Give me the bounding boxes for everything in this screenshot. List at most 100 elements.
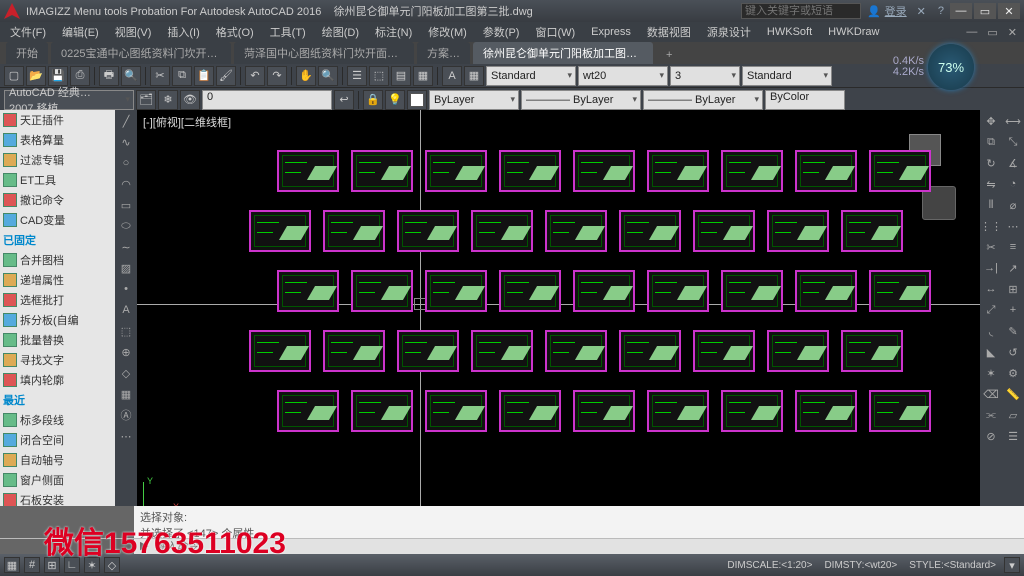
dim-linear-icon[interactable]: ⟷ (1004, 112, 1022, 130)
tab-add-button[interactable]: + (656, 46, 682, 64)
drawing-thumbnail[interactable] (499, 390, 561, 432)
zoom-icon[interactable]: 🔍 (318, 66, 338, 86)
fillet-icon[interactable]: ◟ (982, 322, 1000, 340)
panel-item[interactable]: 选框批打 (0, 290, 115, 310)
drawing-thumbnail[interactable] (721, 270, 783, 312)
measure-icon[interactable]: 📏 (1004, 385, 1022, 403)
properties-icon[interactable]: ☰ (347, 66, 367, 86)
restore-button[interactable]: ▭ (974, 3, 996, 19)
saveas-icon[interactable]: ⎙ (70, 66, 90, 86)
viewport-label[interactable]: [-][俯视][二维线框] (143, 114, 231, 130)
pan-icon[interactable]: ✋ (296, 66, 316, 86)
break-icon[interactable]: ⊘ (982, 427, 1000, 445)
drawing-thumbnail[interactable] (471, 330, 533, 372)
layer-state-icon[interactable]: ❄ (158, 90, 178, 110)
left-tool-panel[interactable]: 天正插件 表格算量 过滤专辑 ET工具 撤记命令 CAD变量 已固定 合并图档 … (0, 110, 115, 516)
login-link[interactable]: 登录 (885, 3, 907, 19)
workspace-dropdown[interactable]: AutoCAD 经典… 2007 移植 (4, 90, 134, 110)
drawing-thumbnail[interactable] (619, 210, 681, 252)
menu-edit[interactable]: 编辑(E) (56, 22, 105, 42)
drawing-thumbnail[interactable] (323, 210, 385, 252)
tab-doc-2[interactable]: 0225宝通中心图纸资料门坎开面绘图层… (51, 42, 231, 64)
drawing-thumbnail[interactable] (471, 210, 533, 252)
dim-dia-icon[interactable]: ⌀ (1004, 196, 1022, 214)
status-tray-icon[interactable]: ▾ (1004, 557, 1020, 573)
leader-icon[interactable]: ↗ (1004, 259, 1022, 277)
menu-yuanquan[interactable]: 源泉设计 (701, 22, 757, 42)
dim-continue-icon[interactable]: ⋯ (1004, 217, 1022, 235)
move-icon[interactable]: ✥ (982, 112, 1000, 130)
menu-insert[interactable]: 插入(I) (161, 22, 205, 42)
tab-start[interactable]: 开始 (6, 42, 48, 64)
drawing-thumbnail[interactable] (351, 270, 413, 312)
cut-icon[interactable]: ✂ (150, 66, 170, 86)
layer-prev-icon[interactable]: ↩ (334, 90, 354, 110)
dim-aligned-icon[interactable]: ⤡ (1004, 133, 1022, 151)
drawing-thumbnail[interactable] (573, 150, 635, 192)
drawing-thumbnail[interactable] (573, 390, 635, 432)
dim-style-icon[interactable]: ⚙ (1004, 364, 1022, 382)
drawing-thumbnail[interactable] (545, 330, 607, 372)
drawing-thumbnail[interactable] (869, 150, 931, 192)
dim-baseline-icon[interactable]: ≡ (1004, 238, 1022, 256)
region-icon[interactable]: ◇ (117, 364, 135, 382)
drawing-thumbnail[interactable] (323, 330, 385, 372)
scale-icon[interactable]: ⤢ (982, 301, 1000, 319)
minimize-button[interactable]: — (950, 3, 972, 19)
copy-obj-icon[interactable]: ⧉ (982, 133, 1000, 151)
extend-icon[interactable]: →| (982, 259, 1000, 277)
panel-item[interactable]: 填内轮廓 (0, 370, 115, 390)
line-icon[interactable]: ╱ (117, 112, 135, 130)
dim-edit-icon[interactable]: ✎ (1004, 322, 1022, 340)
drawing-thumbnail[interactable] (869, 270, 931, 312)
layer-dropdown[interactable]: 0 (202, 90, 332, 110)
drawing-thumbnail[interactable] (795, 150, 857, 192)
menu-draw[interactable]: 绘图(D) (316, 22, 365, 42)
drawing-thumbnail[interactable] (277, 150, 339, 192)
drawing-thumbnail[interactable] (767, 210, 829, 252)
exchange-icon[interactable]: ✕ (917, 5, 926, 18)
menu-hwkdraw[interactable]: HWKDraw (822, 24, 885, 40)
sheet-icon[interactable]: ▦ (413, 66, 433, 86)
center-mark-icon[interactable]: + (1004, 301, 1022, 319)
drawing-thumbnail[interactable] (841, 210, 903, 252)
menu-format[interactable]: 格式(O) (210, 22, 260, 42)
table-style-dropdown[interactable]: 3 (670, 66, 740, 86)
panel-item[interactable]: 撤记命令 (0, 190, 115, 210)
grid-toggle[interactable]: # (24, 557, 40, 573)
menu-max-icon[interactable]: ▭ (987, 26, 997, 39)
erase-icon[interactable]: ⌫ (982, 385, 1000, 403)
arc-icon[interactable]: ◠ (117, 175, 135, 193)
drawing-thumbnail[interactable] (249, 330, 311, 372)
stretch-icon[interactable]: ↔ (982, 280, 1000, 298)
panel-item[interactable]: 过滤专辑 (0, 150, 115, 170)
ellipse-icon[interactable]: ⬭ (117, 217, 135, 235)
dim-update-icon[interactable]: ↺ (1004, 343, 1022, 361)
drawing-thumbnail[interactable] (693, 210, 755, 252)
layer-manager-icon[interactable]: 🗂 (136, 90, 156, 110)
drawing-thumbnail[interactable] (693, 330, 755, 372)
drawing-thumbnail[interactable] (425, 270, 487, 312)
drawing-thumbnail[interactable] (277, 270, 339, 312)
drawing-thumbnail[interactable] (249, 210, 311, 252)
tab-doc-active[interactable]: 徐州昆仑御单元门阳板加工图第三批* (473, 42, 653, 64)
rotate-icon[interactable]: ↻ (982, 154, 1000, 172)
plot-preview-icon[interactable]: 🔍 (121, 66, 141, 86)
panel-item[interactable]: ET工具 (0, 170, 115, 190)
ml-style-dropdown[interactable]: Standard (742, 66, 832, 86)
menu-param[interactable]: 参数(P) (477, 22, 526, 42)
drawing-thumbnail[interactable] (545, 210, 607, 252)
menu-file[interactable]: 文件(F) (4, 22, 52, 42)
insert-icon[interactable]: ⊕ (117, 343, 135, 361)
drawing-thumbnail[interactable] (499, 150, 561, 192)
mirror-icon[interactable]: ⇋ (982, 175, 1000, 193)
array-icon[interactable]: ⋮⋮ (982, 217, 1000, 235)
block-icon[interactable]: ⬚ (117, 322, 135, 340)
color-dropdown[interactable]: ByLayer (429, 90, 519, 110)
open-file-icon[interactable]: 📂 (26, 66, 46, 86)
drawing-thumbnail[interactable] (721, 390, 783, 432)
drawing-thumbnail[interactable] (767, 330, 829, 372)
tolerance-icon[interactable]: ⊞ (1004, 280, 1022, 298)
drawing-thumbnail[interactable] (647, 390, 709, 432)
drawing-canvas[interactable]: [-][俯视][二维线框] Y X (137, 110, 980, 516)
